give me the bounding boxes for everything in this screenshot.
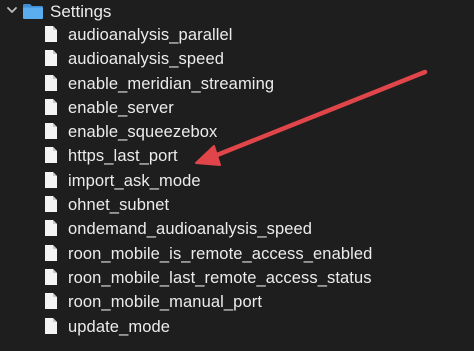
file-label: audioanalysis_speed bbox=[68, 50, 225, 69]
file-row[interactable]: audioanalysis_parallel bbox=[0, 23, 474, 47]
file-row[interactable]: https_last_port bbox=[0, 144, 474, 168]
file-row[interactable]: update_mode bbox=[0, 315, 474, 339]
file-label: enable_meridian_streaming bbox=[68, 74, 275, 93]
file-label: update_mode bbox=[68, 317, 171, 336]
file-label: roon_mobile_manual_port bbox=[68, 293, 263, 312]
file-label: enable_squeezebox bbox=[68, 123, 218, 142]
document-icon bbox=[45, 123, 57, 140]
file-label: audioanalysis_parallel bbox=[68, 26, 233, 44]
file-label: ohnet_subnet bbox=[68, 196, 170, 215]
file-row[interactable]: ondemand_audioanalysis_speed bbox=[0, 217, 474, 241]
folder-icon bbox=[23, 4, 43, 19]
document-icon bbox=[45, 268, 57, 285]
file-browser: Settings audioanalysis_parallel audioanal… bbox=[0, 0, 474, 351]
document-icon bbox=[45, 196, 57, 213]
document-icon bbox=[45, 98, 57, 115]
file-label: import_ask_mode bbox=[68, 171, 201, 190]
file-label: roon_mobile_is_remote_access_enabled bbox=[68, 244, 373, 263]
file-label: enable_server bbox=[68, 98, 174, 117]
folder-label: Settings bbox=[50, 2, 112, 21]
file-row[interactable]: roon_mobile_last_remote_access_status bbox=[0, 266, 474, 290]
chevron-down-icon[interactable] bbox=[6, 4, 18, 16]
file-label: ondemand_audioanalysis_speed bbox=[68, 220, 313, 239]
document-icon bbox=[45, 50, 57, 67]
file-label: roon_mobile_last_remote_access_status bbox=[68, 268, 372, 287]
file-row[interactable]: audioanalysis_speed bbox=[0, 47, 474, 71]
document-icon bbox=[45, 293, 57, 310]
file-row[interactable]: ohnet_subnet bbox=[0, 193, 474, 217]
file-row[interactable]: enable_server bbox=[0, 96, 474, 120]
document-icon bbox=[45, 171, 57, 188]
file-row[interactable]: roon_mobile_is_remote_access_enabled bbox=[0, 242, 474, 266]
file-row[interactable]: import_ask_mode bbox=[0, 169, 474, 193]
document-icon bbox=[45, 244, 57, 261]
document-icon bbox=[45, 220, 57, 237]
file-row[interactable]: enable_meridian_streaming bbox=[0, 72, 474, 96]
file-list: audioanalysis_parallel audioanalysis_spee… bbox=[0, 23, 474, 339]
document-icon bbox=[45, 26, 57, 42]
document-icon bbox=[45, 147, 57, 164]
folder-row-settings[interactable]: Settings bbox=[0, 0, 474, 25]
document-icon bbox=[45, 317, 57, 334]
file-label: https_last_port bbox=[68, 147, 178, 166]
file-row[interactable]: roon_mobile_manual_port bbox=[0, 290, 474, 314]
file-row[interactable]: enable_squeezebox bbox=[0, 120, 474, 144]
document-icon bbox=[45, 74, 57, 91]
